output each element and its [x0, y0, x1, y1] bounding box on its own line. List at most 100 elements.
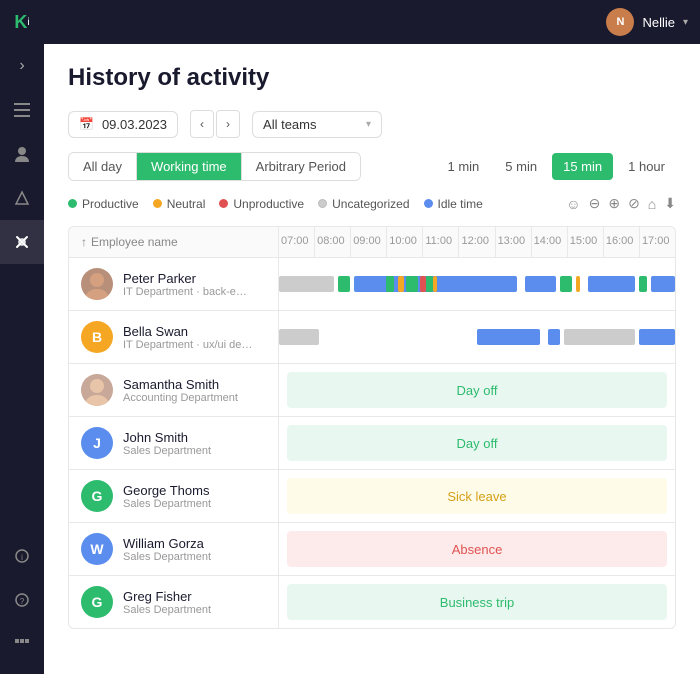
- avatar-greg: G: [81, 586, 113, 618]
- employee-george-details: George Thoms Sales Department: [123, 483, 211, 510]
- sidebar-item-person[interactable]: [0, 132, 44, 176]
- table-row: J John Smith Sales Department Day off: [69, 417, 675, 470]
- next-date-button[interactable]: ›: [216, 110, 240, 138]
- george-status: Sick leave: [279, 470, 675, 522]
- gantt-bar: [525, 276, 557, 292]
- employee-column-header: ↑ Employee name: [69, 227, 279, 257]
- zoom-icon[interactable]: ⊕: [608, 195, 620, 212]
- table-row: B Bella Swan IT Department · ux/ui desig…: [69, 311, 675, 364]
- hour-1500: 15:00: [568, 227, 604, 257]
- table-row: G Greg Fisher Sales Department Business …: [69, 576, 675, 628]
- gantt-bar: [386, 276, 394, 292]
- interval-1hour[interactable]: 1 hour: [617, 153, 676, 180]
- calendar-icon: 📅: [79, 117, 94, 131]
- hour-1300: 13:00: [496, 227, 532, 257]
- tab-allday[interactable]: All day: [69, 153, 137, 180]
- gantt-bar: [639, 276, 647, 292]
- employee-samantha: Samantha Smith Accounting Department: [69, 364, 279, 416]
- william-status: Absence: [279, 523, 675, 575]
- table-row: Samantha Smith Accounting Department Day…: [69, 364, 675, 417]
- gantt-bar: [398, 276, 404, 292]
- hour-1100: 11:00: [423, 227, 459, 257]
- employee-william: W William Gorza Sales Department: [69, 523, 279, 575]
- gantt-bar: [338, 276, 350, 292]
- status-badge: Day off: [287, 372, 667, 408]
- download-icon[interactable]: ⬇: [664, 195, 676, 212]
- smiley-icon[interactable]: ☺: [566, 196, 580, 212]
- peter-gantt: [279, 258, 675, 310]
- sort-icon: ↑: [81, 235, 87, 249]
- sidebar-item-info[interactable]: i: [0, 534, 44, 578]
- table-row: W William Gorza Sales Department Absence: [69, 523, 675, 576]
- filter-bar: 📅 09.03.2023 ‹ › All teams ▾: [68, 110, 676, 138]
- peter-dept: IT Department · back-end de...: [123, 286, 253, 298]
- team-select[interactable]: All teams ▾: [252, 111, 382, 138]
- employee-bella: B Bella Swan IT Department · ux/ui desig…: [69, 311, 279, 363]
- timeline-header: ↑ Employee name 07:00 08:00 09:00 10:00 …: [69, 227, 675, 258]
- avatar-peter: [81, 268, 113, 300]
- bella-dept: IT Department · ux/ui design...: [123, 339, 253, 351]
- interval-tabs: 1 min 5 min 15 min 1 hour: [437, 153, 677, 180]
- gantt-bar: [279, 329, 319, 345]
- employee-samantha-details: Samantha Smith Accounting Department: [123, 377, 238, 404]
- george-name: George Thoms: [123, 483, 211, 498]
- sidebar-item-menu[interactable]: [0, 88, 44, 132]
- table-row: Peter Parker IT Department · back-end de…: [69, 258, 675, 311]
- date-value: 09.03.2023: [102, 117, 167, 132]
- william-name: William Gorza: [123, 536, 211, 551]
- productive-label: Productive: [82, 197, 139, 211]
- date-picker[interactable]: 📅 09.03.2023: [68, 111, 178, 138]
- interval-5min[interactable]: 5 min: [494, 153, 548, 180]
- topbar: N Nellie ▾: [44, 0, 700, 44]
- gantt-bar: [406, 276, 418, 292]
- date-navigation: ‹ ›: [190, 110, 240, 138]
- sidebar-item-expand[interactable]: [0, 622, 44, 666]
- hour-0900: 09:00: [351, 227, 387, 257]
- nav-forward-icon[interactable]: ›: [0, 44, 44, 88]
- idle-label: Idle time: [438, 197, 483, 211]
- greg-dept: Sales Department: [123, 604, 211, 616]
- employee-bella-details: Bella Swan IT Department · ux/ui design.…: [123, 324, 253, 351]
- employee-header-label: Employee name: [91, 235, 178, 249]
- employee-george: G George Thoms Sales Department: [69, 470, 279, 522]
- avatar-initial: J: [93, 435, 101, 451]
- page-title: History of activity: [68, 64, 676, 92]
- legend-items: Productive Neutral Unproductive Uncatego…: [68, 197, 483, 211]
- status-badge: Business trip: [287, 584, 667, 620]
- legend-neutral: Neutral: [153, 197, 206, 211]
- home-icon[interactable]: ⌂: [648, 196, 656, 212]
- legend: Productive Neutral Unproductive Uncatego…: [68, 195, 676, 212]
- uncategorized-label: Uncategorized: [332, 197, 409, 211]
- gantt-bar: [639, 329, 675, 345]
- employee-greg-details: Greg Fisher Sales Department: [123, 589, 211, 616]
- interval-15min[interactable]: 15 min: [552, 153, 613, 180]
- employee-peter: Peter Parker IT Department · back-end de…: [69, 258, 279, 310]
- dropdown-icon: ▾: [366, 119, 371, 130]
- tab-arbitrary[interactable]: Arbitrary Period: [242, 153, 360, 180]
- sidebar-item-share[interactable]: [0, 176, 44, 220]
- gantt-bar: [564, 329, 635, 345]
- hour-0800: 08:00: [315, 227, 351, 257]
- minus-circle-icon[interactable]: ⊖: [589, 195, 601, 212]
- employee-william-details: William Gorza Sales Department: [123, 536, 211, 563]
- william-dept: Sales Department: [123, 551, 211, 563]
- prev-date-button[interactable]: ‹: [190, 110, 214, 138]
- app-logo: Ki: [0, 0, 44, 44]
- legend-actions: ☺ ⊖ ⊕ ⊘ ⌂ ⬇: [566, 195, 676, 212]
- samantha-dept: Accounting Department: [123, 392, 238, 404]
- user-menu[interactable]: N Nellie ▾: [606, 8, 688, 36]
- avatar-initial: G: [92, 594, 103, 610]
- sidebar-item-help[interactable]: ?: [0, 578, 44, 622]
- legend-uncategorized: Uncategorized: [318, 197, 409, 211]
- svg-text:i: i: [21, 553, 23, 562]
- filter-icon[interactable]: ⊘: [628, 195, 640, 212]
- sidebar-item-tools[interactable]: [0, 220, 44, 264]
- main-content: N Nellie ▾ History of activity 📅 09.03.2…: [44, 0, 700, 674]
- content-area: History of activity 📅 09.03.2023 ‹ › All…: [44, 44, 700, 674]
- greg-status: Business trip: [279, 576, 675, 628]
- interval-1min[interactable]: 1 min: [437, 153, 491, 180]
- george-dept: Sales Department: [123, 498, 211, 510]
- gantt-bar: [426, 276, 434, 292]
- tab-workingtime[interactable]: Working time: [137, 153, 242, 180]
- unproductive-label: Unproductive: [233, 197, 304, 211]
